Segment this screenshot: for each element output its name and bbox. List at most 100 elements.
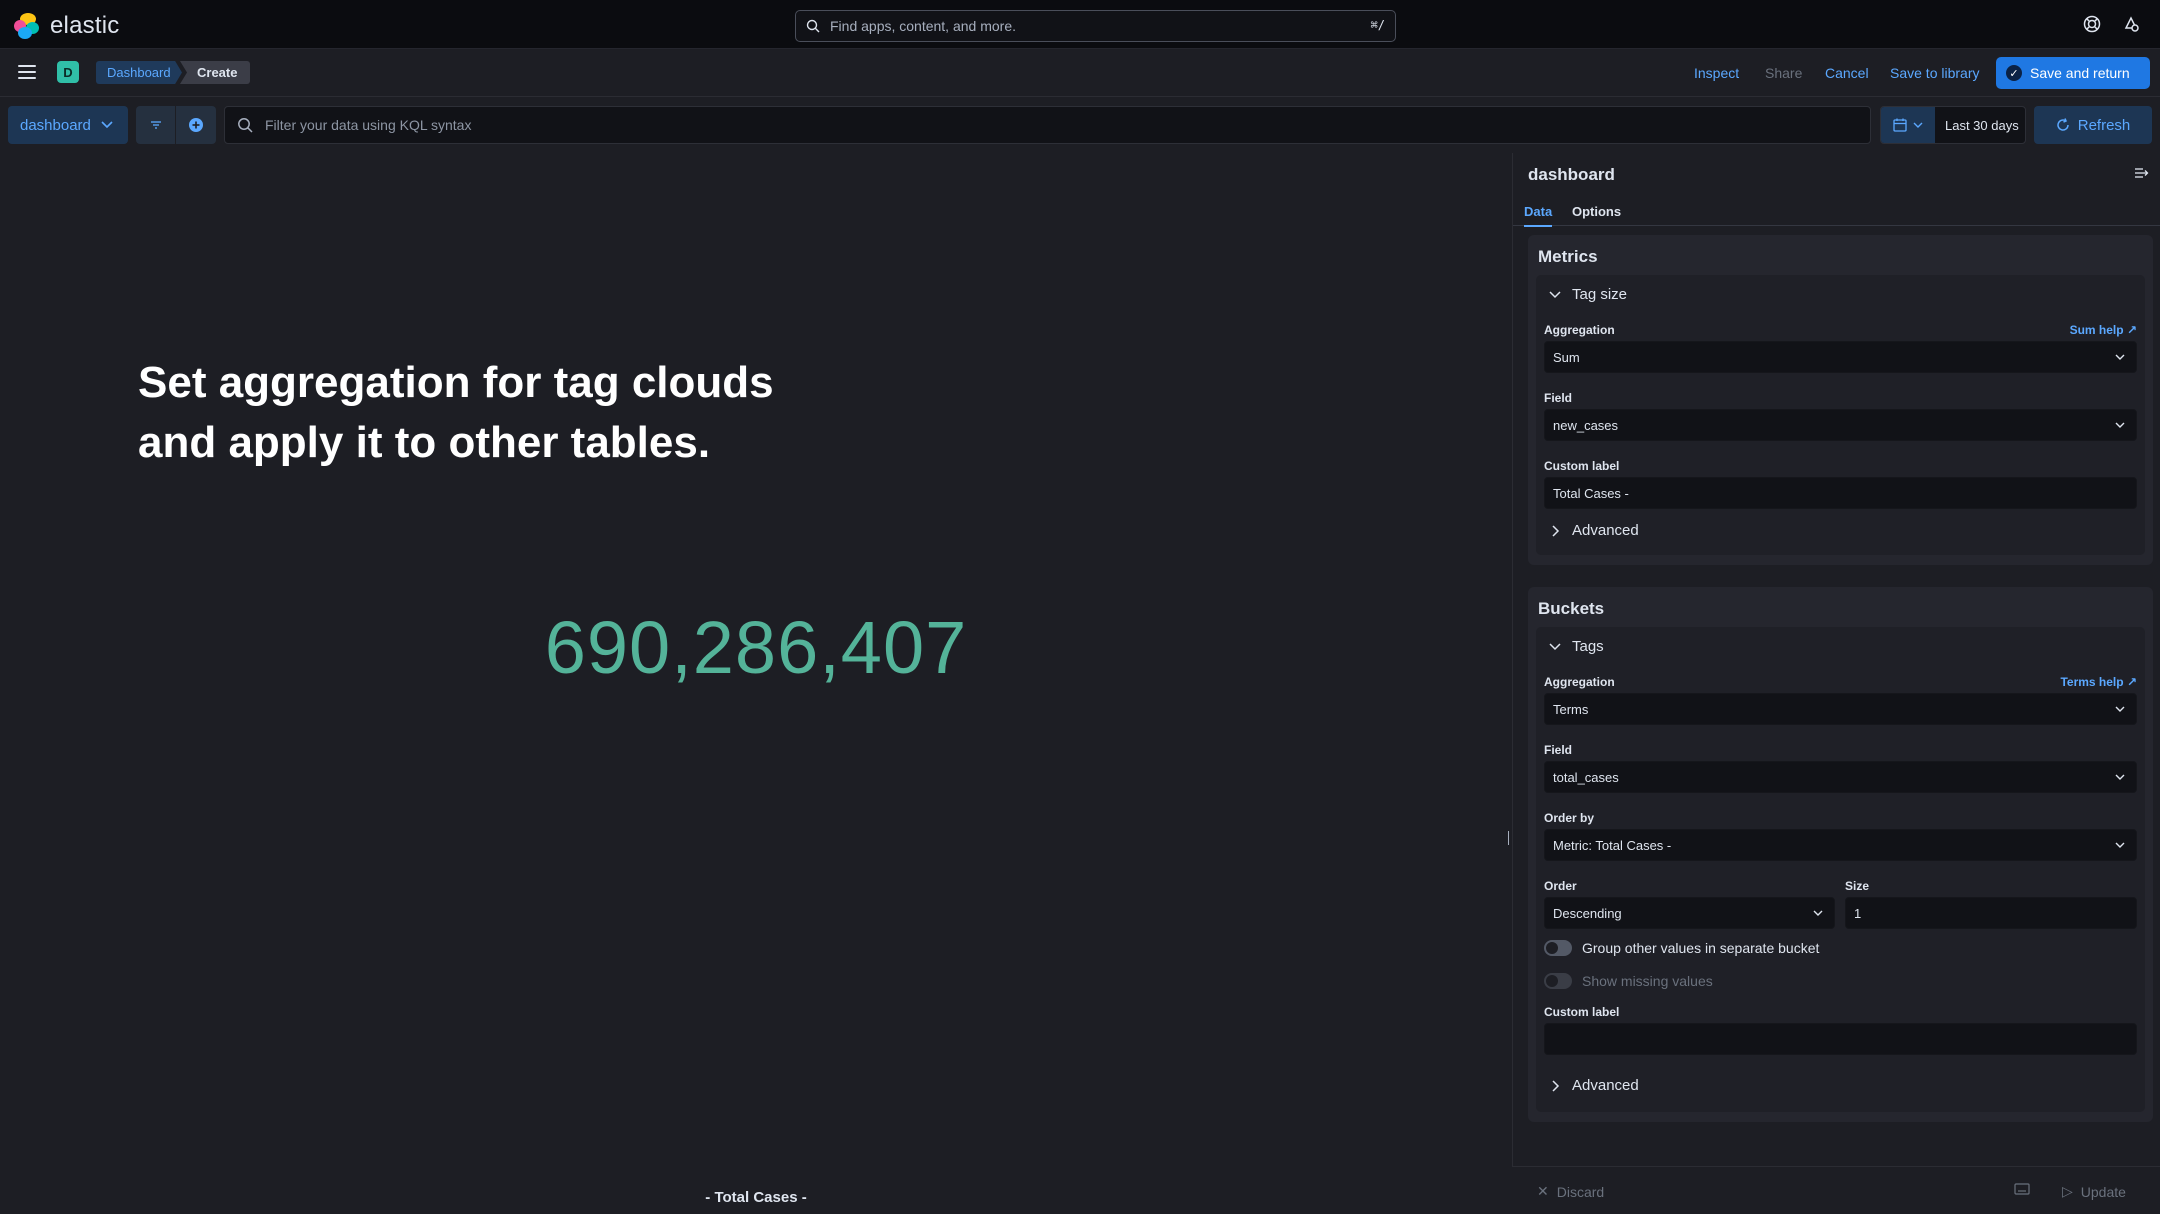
- size-input[interactable]: 1: [1845, 897, 2137, 929]
- editor-footer: ✕ Discard ▷ Update: [1512, 1166, 2160, 1214]
- calendar-icon: [1893, 118, 1907, 132]
- chevron-down-icon: [1549, 290, 1561, 298]
- menu-icon[interactable]: [18, 65, 36, 79]
- group-other-label: Group other values in separate bucket: [1582, 940, 1820, 956]
- metric-advanced-toggle[interactable]: Advanced: [1548, 522, 1639, 539]
- bucket-aggregation-value: Terms: [1553, 701, 1589, 717]
- chevron-down-icon: [1913, 122, 1923, 128]
- chevron-down-icon: [101, 121, 113, 129]
- kql-search-input[interactable]: Filter your data using KQL syntax: [224, 106, 1871, 144]
- bucket-custom-label-label: Custom label: [1544, 1005, 1620, 1019]
- editor-tabs: Data Options: [1513, 199, 2160, 227]
- play-icon: ▷: [2062, 1183, 2073, 1199]
- tutorial-caption: Set aggregation for tag clouds and apply…: [138, 353, 938, 473]
- tab-options[interactable]: Options: [1572, 204, 1621, 225]
- visualization-canvas: Set aggregation for tag clouds and apply…: [0, 153, 1514, 1214]
- order-value: Descending: [1553, 905, 1622, 921]
- visualization-editor-sidebar: dashboard Data Options Metrics Tag size …: [1512, 153, 2160, 1214]
- bucket-custom-label-input[interactable]: [1544, 1023, 2137, 1055]
- order-label: Order: [1544, 879, 1577, 893]
- buckets-title: Buckets: [1538, 599, 1605, 618]
- elastic-logo[interactable]: elastic: [14, 12, 119, 40]
- cancel-link[interactable]: Cancel: [1825, 65, 1869, 81]
- bucket-field-select[interactable]: total_cases: [1544, 761, 2137, 793]
- tutorial-caption-line-1: Set aggregation for tag clouds: [138, 358, 774, 407]
- global-header: elastic Find apps, content, and more. ⌘/: [0, 0, 2160, 49]
- chevron-down-icon: [2115, 422, 2125, 428]
- bucket-field-value: total_cases: [1553, 769, 1619, 785]
- bucket-field-label: Field: [1544, 743, 1573, 757]
- brand-name: elastic: [50, 12, 120, 39]
- update-button[interactable]: ▷ Update: [2062, 1183, 2126, 1200]
- close-icon: ✕: [1537, 1183, 1549, 1199]
- discard-button[interactable]: ✕ Discard: [1537, 1183, 1604, 1200]
- add-filter-button[interactable]: [176, 106, 216, 144]
- metric-custom-label-input[interactable]: Total Cases -: [1544, 477, 2137, 509]
- save-and-return-button[interactable]: ✓ Save and return: [1996, 57, 2150, 89]
- keyboard-shortcuts-button[interactable]: [2014, 1183, 2030, 1195]
- order-by-label: Order by: [1544, 811, 1595, 825]
- collapse-sidebar-icon[interactable]: [2134, 167, 2150, 181]
- order-by-select[interactable]: Metric: Total Cases -: [1544, 829, 2137, 861]
- search-icon: [238, 118, 253, 133]
- bucket-aggregation-select[interactable]: Terms: [1544, 693, 2137, 725]
- discard-label: Discard: [1556, 1183, 1605, 1200]
- terms-help-link[interactable]: Terms help ↗: [2060, 675, 2137, 689]
- metric-field-select[interactable]: new_cases: [1544, 409, 2137, 441]
- date-picker: Last 30 days: [1880, 106, 2026, 144]
- data-view-picker[interactable]: dashboard: [8, 106, 128, 144]
- sum-help-link[interactable]: Sum help ↗: [2070, 323, 2137, 337]
- share-link[interactable]: Share: [1765, 65, 1802, 81]
- breadcrumb-dashboard[interactable]: Dashboard: [96, 61, 182, 84]
- metric-custom-label-value: Total Cases -: [1553, 485, 1629, 501]
- news-feed-icon[interactable]: [2122, 15, 2140, 33]
- tags-title: Tags: [1572, 638, 1604, 655]
- space-avatar[interactable]: D: [57, 61, 79, 83]
- external-link-icon: ↗: [2126, 323, 2137, 337]
- editor-title: dashboard: [1528, 165, 1615, 184]
- metric-aggregation-label: Aggregation: [1544, 323, 1615, 337]
- metric-advanced-label: Advanced: [1572, 522, 1639, 539]
- help-icon[interactable]: [2083, 15, 2101, 33]
- global-search-input[interactable]: Find apps, content, and more. ⌘/: [795, 10, 1396, 42]
- order-select[interactable]: Descending: [1544, 897, 1835, 929]
- tags-toggle[interactable]: Tags: [1548, 638, 1604, 655]
- search-shortcut: ⌘/: [1370, 18, 1385, 32]
- metric-tag-size-accordion: Tag size Aggregation Sum help ↗ Sum Fiel…: [1536, 275, 2145, 555]
- tab-data[interactable]: Data: [1524, 204, 1553, 227]
- inspect-link[interactable]: Inspect: [1694, 65, 1739, 81]
- refresh-button[interactable]: Refresh: [2034, 106, 2152, 144]
- metric-aggregation-select[interactable]: Sum: [1544, 341, 2137, 373]
- date-range-label[interactable]: Last 30 days: [1935, 118, 2019, 133]
- size-value: 1: [1854, 905, 1862, 921]
- show-missing-switch-row[interactable]: Show missing values: [1544, 973, 1713, 989]
- filter-menu-button[interactable]: [136, 106, 176, 144]
- metric-aggregation-value: Sum: [1553, 349, 1580, 365]
- external-link-icon: ↗: [2126, 675, 2137, 689]
- elastic-logo-icon: [14, 13, 40, 39]
- quick-date-menu-button[interactable]: [1881, 107, 1935, 143]
- check-icon: ✓: [2006, 65, 2022, 81]
- save-and-return-label: Save and return: [2030, 65, 2130, 81]
- show-missing-switch[interactable]: [1544, 973, 1572, 989]
- query-bar: dashboard Filter your data using KQL syn…: [0, 97, 2160, 153]
- data-view-label: dashboard: [20, 116, 91, 134]
- save-to-library-link[interactable]: Save to library: [1890, 65, 1979, 81]
- filter-controls: [136, 106, 216, 144]
- size-label: Size: [1845, 879, 1870, 893]
- tag-size-toggle[interactable]: Tag size: [1548, 286, 1627, 303]
- keyboard-icon: [2014, 1183, 2030, 1195]
- chevron-down-icon: [2115, 706, 2125, 712]
- chevron-right-icon: [1552, 1079, 1560, 1092]
- metric-field-value: new_cases: [1553, 417, 1619, 433]
- metrics-section: Metrics Tag size Aggregation Sum help ↗ …: [1528, 235, 2153, 565]
- group-other-switch[interactable]: [1544, 940, 1572, 956]
- order-by-value: Metric: Total Cases -: [1553, 837, 1672, 853]
- tag-cloud-value[interactable]: 690,286,407: [0, 605, 1512, 690]
- metric-custom-label-label: Custom label: [1544, 459, 1620, 473]
- bucket-advanced-toggle[interactable]: Advanced: [1548, 1077, 1639, 1094]
- filter-icon: [150, 121, 161, 129]
- update-label: Update: [2080, 1183, 2126, 1200]
- sum-help-text: Sum help: [2069, 323, 2124, 337]
- group-other-switch-row[interactable]: Group other values in separate bucket: [1544, 940, 1819, 956]
